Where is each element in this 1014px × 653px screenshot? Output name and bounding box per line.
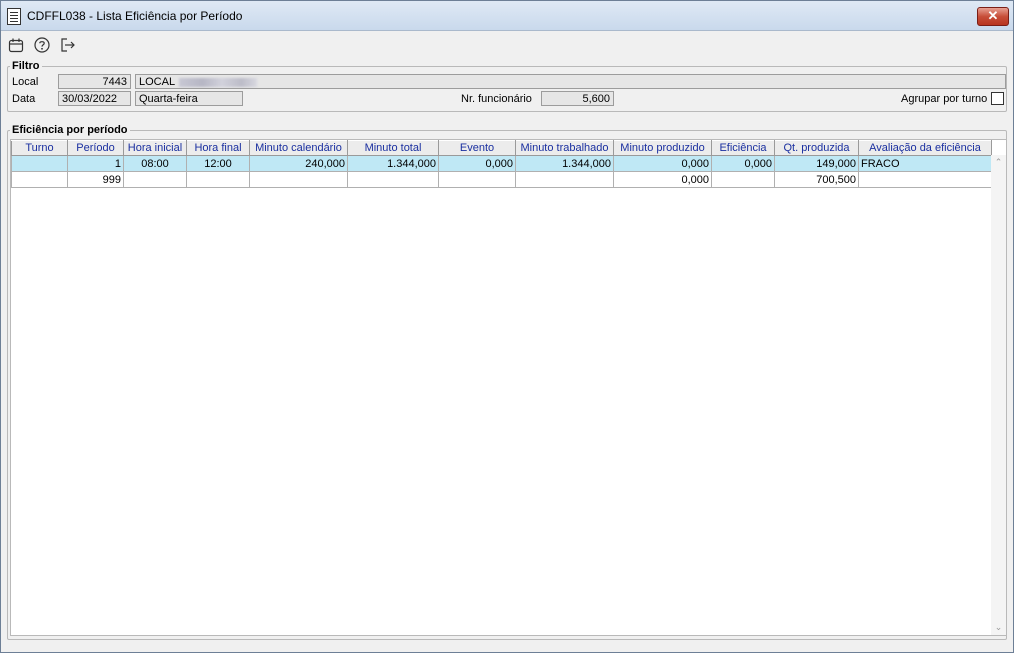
column-header[interactable]: Minuto trabalhado — [515, 140, 614, 156]
redacted-local-name — [179, 77, 258, 87]
table-cell — [11, 171, 68, 188]
weekday-field: Quarta-feira — [135, 91, 243, 106]
vertical-scrollbar[interactable]: ⌃ ⌄ — [991, 155, 1006, 635]
eficiencia-legend: Eficiência por período — [12, 124, 128, 136]
table-cell — [711, 171, 775, 188]
title-bar: CDFFL038 - Lista Eficiência por Período … — [1, 1, 1013, 31]
eficiencia-table: Turno Período Hora inicial Hora final Mi… — [11, 140, 992, 188]
table-cell — [858, 171, 992, 188]
data-label: Data — [12, 93, 36, 105]
help-icon[interactable] — [33, 36, 51, 54]
main-window: CDFFL038 - Lista Eficiência por Período … — [0, 0, 1014, 653]
local-code-field[interactable]: 7443 — [58, 74, 131, 89]
column-header[interactable]: Qt. produzida — [774, 140, 859, 156]
column-header[interactable]: Hora final — [186, 140, 250, 156]
table-cell: 08:00 — [123, 155, 187, 172]
window-title: CDFFL038 - Lista Eficiência por Período — [27, 9, 243, 23]
table-cell — [249, 171, 348, 188]
table-cell — [438, 171, 516, 188]
table-cell: 999 — [67, 171, 124, 188]
column-header[interactable]: Minuto calendário — [249, 140, 348, 156]
table-row[interactable]: 1 08:00 12:00 240,000 1.344,000 0,000 1.… — [11, 155, 992, 172]
local-name-field[interactable]: LOCAL — [135, 74, 1006, 89]
column-header[interactable]: Minuto produzido — [613, 140, 712, 156]
table-row[interactable]: 999 0,000 700,500 — [11, 171, 992, 188]
local-label: Local — [12, 76, 39, 88]
exit-icon[interactable] — [59, 36, 77, 54]
column-header[interactable]: Eficiência — [711, 140, 775, 156]
column-header[interactable]: Minuto total — [347, 140, 439, 156]
table-cell: 12:00 — [186, 155, 250, 172]
table-cell: 1 — [67, 155, 124, 172]
table-cell: 0,000 — [438, 155, 516, 172]
table-cell: 0,000 — [711, 155, 775, 172]
column-header[interactable]: Evento — [438, 140, 516, 156]
table-cell: 0,000 — [613, 171, 712, 188]
filtro-legend: Filtro — [12, 60, 40, 72]
data-grid[interactable]: Turno Período Hora inicial Hora final Mi… — [10, 139, 1007, 636]
table-cell — [11, 155, 68, 172]
table-cell: 700,500 — [774, 171, 859, 188]
table-cell: 240,000 — [249, 155, 348, 172]
table-cell: 1.344,000 — [347, 155, 439, 172]
data-field[interactable]: 30/03/2022 — [58, 91, 131, 106]
table-header-row: Turno Período Hora inicial Hora final Mi… — [11, 140, 992, 156]
column-header[interactable]: Período — [67, 140, 124, 156]
column-header[interactable]: Avaliação da eficiência — [858, 140, 992, 156]
document-icon — [7, 8, 21, 25]
agrupar-por-turno-checkbox[interactable] — [991, 92, 1004, 105]
table-cell — [123, 171, 187, 188]
table-cell: 149,000 — [774, 155, 859, 172]
local-name-text: LOCAL — [139, 76, 176, 88]
table-cell: 1.344,000 — [515, 155, 614, 172]
scroll-up-icon[interactable]: ⌃ — [991, 155, 1006, 170]
calendar-icon[interactable] — [7, 36, 25, 54]
column-header[interactable]: Hora inicial — [123, 140, 187, 156]
close-button[interactable]: ✕ — [977, 7, 1009, 26]
table-cell — [186, 171, 250, 188]
scroll-down-icon[interactable]: ⌄ — [991, 620, 1006, 635]
nr-funcionario-field[interactable]: 5,600 — [541, 91, 614, 106]
table-cell: FRACO — [858, 155, 992, 172]
nr-funcionario-label: Nr. funcionário — [461, 93, 532, 105]
column-header[interactable]: Turno — [11, 140, 68, 156]
table-cell: 0,000 — [613, 155, 712, 172]
agrupar-por-turno-label: Agrupar por turno — [901, 93, 988, 105]
table-cell — [347, 171, 439, 188]
table-cell — [515, 171, 614, 188]
